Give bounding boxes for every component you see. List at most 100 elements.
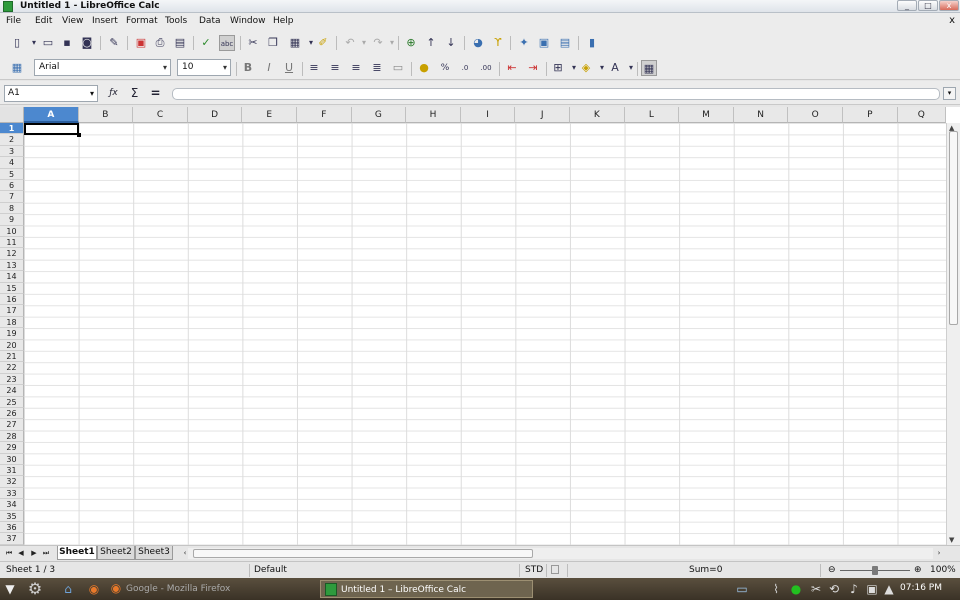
tray-status-icon[interactable]: ●: [788, 581, 804, 597]
taskbar-window-calc[interactable]: Untitled 1 – LibreOffice Calc: [320, 580, 533, 598]
spellcheck-icon[interactable]: ✓: [198, 35, 214, 51]
row-header-25[interactable]: 25: [0, 396, 24, 408]
selection-mode[interactable]: STD: [525, 565, 543, 575]
function-wizard-icon[interactable]: ƒx: [105, 85, 122, 102]
column-header-d[interactable]: D: [187, 107, 243, 123]
menu-view[interactable]: View: [62, 16, 83, 26]
zoom-slider-knob[interactable]: [872, 566, 878, 575]
row-header-31[interactable]: 31: [0, 465, 24, 477]
row-header-26[interactable]: 26: [0, 408, 24, 420]
save-icon[interactable]: ▪: [59, 35, 75, 51]
sheet-tab-2[interactable]: Sheet2: [97, 546, 135, 560]
percent-format-icon[interactable]: %: [437, 60, 453, 76]
column-header-o[interactable]: O: [788, 107, 843, 123]
column-header-l[interactable]: L: [624, 107, 680, 123]
taskbar-window-firefox[interactable]: ◉ Google - Mozilla Firefox: [106, 580, 316, 598]
clone-formatting-icon[interactable]: ✐: [315, 35, 331, 51]
help-icon[interactable]: ▮: [584, 35, 600, 51]
row-header-8[interactable]: 8: [0, 202, 24, 215]
row-header-32[interactable]: 32: [0, 476, 24, 488]
maximize-button[interactable]: □: [918, 0, 938, 11]
currency-format-icon[interactable]: ●: [416, 60, 432, 76]
row-header-27[interactable]: 27: [0, 419, 24, 431]
column-header-a[interactable]: A: [24, 107, 79, 123]
column-header-q[interactable]: Q: [897, 107, 946, 123]
column-header-h[interactable]: H: [406, 107, 461, 123]
select-all-corner[interactable]: [0, 107, 24, 123]
autospellcheck-icon[interactable]: abc: [219, 35, 235, 51]
scroll-down-icon[interactable]: ▼: [949, 536, 954, 544]
menu-window[interactable]: Window: [230, 16, 266, 26]
next-sheet-icon[interactable]: ▶: [29, 548, 39, 559]
menu-file[interactable]: File: [6, 16, 21, 26]
cell-area[interactable]: [24, 123, 946, 545]
font-name-select[interactable]: Arial ▾: [34, 59, 171, 76]
email-document-icon[interactable]: ◙: [79, 35, 95, 51]
navigator-icon[interactable]: ✦: [516, 35, 532, 51]
menu-help[interactable]: Help: [273, 16, 294, 26]
new-document-icon[interactable]: ▯: [9, 35, 25, 51]
settings-gear-icon[interactable]: ⚙: [27, 581, 43, 597]
row-header-1[interactable]: 1: [0, 123, 24, 135]
sum-icon[interactable]: Σ: [126, 85, 143, 102]
background-color-icon[interactable]: ◈: [578, 60, 594, 76]
prev-sheet-icon[interactable]: ◀: [16, 548, 26, 559]
menu-edit[interactable]: Edit: [35, 16, 52, 26]
row-header-3[interactable]: 3: [0, 145, 24, 158]
font-size-select[interactable]: 10 ▾: [177, 59, 231, 76]
tray-clipboard-icon[interactable]: ▣: [864, 581, 880, 597]
row-header-22[interactable]: 22: [0, 362, 24, 374]
close-document-icon[interactable]: x: [949, 15, 955, 26]
export-pdf-icon[interactable]: ▣: [133, 35, 149, 51]
row-header-13[interactable]: 13: [0, 259, 24, 272]
row-header-21[interactable]: 21: [0, 351, 24, 363]
column-header-c[interactable]: C: [133, 107, 188, 123]
horizontal-scroll-thumb[interactable]: [193, 549, 533, 558]
align-right-icon[interactable]: ≡: [348, 60, 364, 76]
row-header-4[interactable]: 4: [0, 157, 24, 169]
tray-network-icon[interactable]: ⌇: [768, 581, 784, 597]
paste-icon[interactable]: ▦: [287, 35, 303, 51]
underline-icon[interactable]: U: [281, 60, 297, 76]
close-window-button[interactable]: x: [939, 0, 959, 11]
row-header-19[interactable]: 19: [0, 328, 24, 340]
column-header-f[interactable]: F: [297, 107, 352, 123]
column-header-p[interactable]: P: [843, 107, 898, 123]
print-icon[interactable]: ⎙: [152, 35, 168, 51]
row-header-16[interactable]: 16: [0, 294, 24, 306]
menu-data[interactable]: Data: [199, 16, 221, 26]
vertical-scroll-thumb[interactable]: [949, 131, 958, 325]
increase-indent-icon[interactable]: ⇥: [525, 60, 541, 76]
data-sources-icon[interactable]: ▤: [557, 35, 573, 51]
zoom-in-icon[interactable]: ⊕: [914, 565, 922, 575]
tray-expand-icon[interactable]: ▲: [881, 581, 897, 597]
hyperlink-icon[interactable]: ⊕: [403, 35, 419, 51]
row-header-34[interactable]: 34: [0, 499, 24, 511]
column-header-b[interactable]: B: [78, 107, 134, 123]
row-header-17[interactable]: 17: [0, 305, 24, 317]
clock[interactable]: 07:16 PM: [900, 583, 942, 593]
add-decimal-icon[interactable]: .0: [457, 60, 473, 76]
row-header-7[interactable]: 7: [0, 191, 24, 203]
merge-cells-icon[interactable]: ▭: [390, 60, 406, 76]
show-desktop-icon[interactable]: ▭: [734, 581, 750, 597]
sheet-tab-1[interactable]: Sheet1: [57, 546, 97, 560]
row-header-20[interactable]: 20: [0, 339, 24, 351]
row-header-29[interactable]: 29: [0, 442, 24, 454]
row-header-12[interactable]: 12: [0, 248, 24, 260]
decrease-indent-icon[interactable]: ⇤: [504, 60, 520, 76]
sort-descending-icon[interactable]: ↓: [443, 35, 459, 51]
sheet-tab-3[interactable]: Sheet3: [135, 546, 173, 560]
column-header-i[interactable]: I: [460, 107, 516, 123]
last-sheet-icon[interactable]: ⏭: [41, 548, 51, 559]
row-header-23[interactable]: 23: [0, 373, 24, 386]
firefox-launcher-icon[interactable]: ◉: [86, 581, 102, 597]
open-icon[interactable]: ▭: [40, 35, 56, 51]
zoom-out-icon[interactable]: ⊖: [828, 565, 836, 575]
sort-ascending-icon[interactable]: ↑: [423, 35, 439, 51]
minimize-button[interactable]: _: [897, 0, 917, 11]
bold-icon[interactable]: B: [240, 60, 256, 76]
volume-icon[interactable]: ♪: [846, 581, 862, 597]
start-menu-icon[interactable]: ▼: [2, 581, 18, 597]
row-header-30[interactable]: 30: [0, 453, 24, 465]
